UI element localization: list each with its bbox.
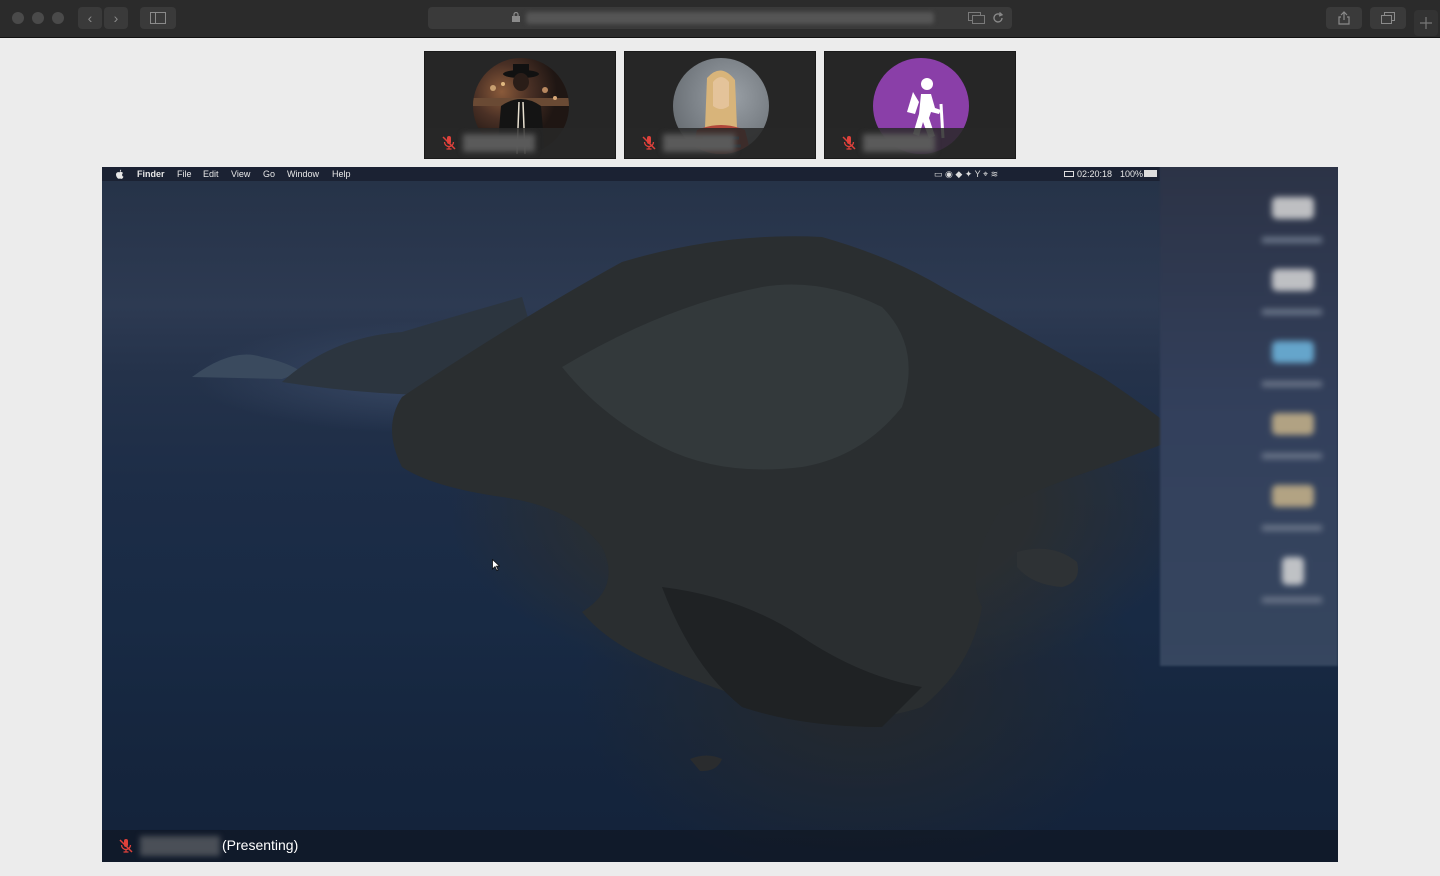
- reload-icon[interactable]: [992, 12, 1004, 24]
- sidebar-widget: [1272, 341, 1314, 363]
- zoom-window-button[interactable]: [52, 12, 64, 24]
- sidebar-icon: [150, 12, 166, 24]
- participant-tile[interactable]: [624, 51, 816, 159]
- forward-button[interactable]: ›: [104, 7, 128, 29]
- menubar-clock[interactable]: 02:20:18: [1077, 167, 1112, 181]
- participant-name-redacted: [463, 134, 535, 152]
- share-icon: [1338, 11, 1350, 25]
- menu-window[interactable]: Window: [287, 167, 319, 181]
- sidebar-widget-label: [1262, 237, 1322, 243]
- catalina-island-wallpaper: [192, 236, 1182, 772]
- address-url-redacted: [526, 12, 934, 24]
- sidebar-widget: [1272, 485, 1314, 507]
- minimize-window-button[interactable]: [32, 12, 44, 24]
- shared-screen[interactable]: Finder File Edit View Go Window Help ▭ ◉…: [102, 167, 1338, 862]
- lock-icon: [512, 12, 520, 22]
- sidebar-widget-label: [1262, 453, 1322, 459]
- presenting-label: (Presenting): [222, 837, 299, 853]
- sidebar-widget: [1272, 413, 1314, 435]
- menu-file[interactable]: File: [177, 167, 192, 181]
- mac-menu-bar: Finder File Edit View Go Window Help ▭ ◉…: [102, 167, 1160, 181]
- sidebar-widget-label: [1262, 597, 1322, 603]
- address-bar[interactable]: [428, 7, 1012, 29]
- plus-icon: [1420, 17, 1432, 29]
- share-button[interactable]: [1326, 7, 1362, 29]
- sidebar-widget: [1272, 197, 1314, 219]
- sidebar-widget-label: [1262, 309, 1322, 315]
- keyboard-icon[interactable]: [1064, 171, 1074, 177]
- participant-tile[interactable]: [824, 51, 1016, 159]
- tabs-icon: [1381, 12, 1395, 24]
- sidebar-widget-label: [1262, 525, 1322, 531]
- mic-muted-icon[interactable]: [118, 838, 134, 854]
- menu-finder[interactable]: Finder: [137, 167, 165, 181]
- mouse-cursor-icon: [492, 559, 500, 571]
- mic-muted-icon[interactable]: [841, 135, 857, 151]
- presenter-name-redacted: [140, 836, 220, 856]
- sidebar-widget: [1272, 269, 1314, 291]
- notification-sidebar-redacted: [1160, 167, 1338, 666]
- close-window-button[interactable]: [12, 12, 24, 24]
- menu-view[interactable]: View: [231, 167, 250, 181]
- chevron-left-icon: ‹: [87, 10, 93, 26]
- menu-go[interactable]: Go: [263, 167, 275, 181]
- status-icons: ▭ ◉ ◆ ✦ Y ⌖ ≋: [934, 169, 999, 179]
- apple-icon[interactable]: [115, 169, 124, 179]
- menu-help[interactable]: Help: [332, 167, 351, 181]
- mic-muted-icon[interactable]: [441, 135, 457, 151]
- sidebar-toggle-button[interactable]: [140, 7, 176, 29]
- participant-tile[interactable]: [424, 51, 616, 159]
- menu-edit[interactable]: Edit: [203, 167, 219, 181]
- sidebar-widget-label: [1262, 381, 1322, 387]
- browser-toolbar: ‹ ›: [0, 0, 1440, 38]
- back-button[interactable]: ‹: [78, 7, 102, 29]
- show-tabs-button[interactable]: [1370, 7, 1406, 29]
- tab-overview-icon[interactable]: [968, 12, 986, 24]
- sidebar-widget: [1282, 557, 1304, 585]
- participant-name-redacted: [663, 134, 735, 152]
- battery-icon[interactable]: [1144, 170, 1157, 177]
- participant-name-redacted: [863, 134, 935, 152]
- mic-muted-icon[interactable]: [641, 135, 657, 151]
- chevron-right-icon: ›: [113, 10, 119, 26]
- new-tab-button[interactable]: [1414, 10, 1438, 36]
- presenter-bar: (Presenting): [102, 830, 1338, 862]
- battery-percent: 100%: [1120, 169, 1144, 179]
